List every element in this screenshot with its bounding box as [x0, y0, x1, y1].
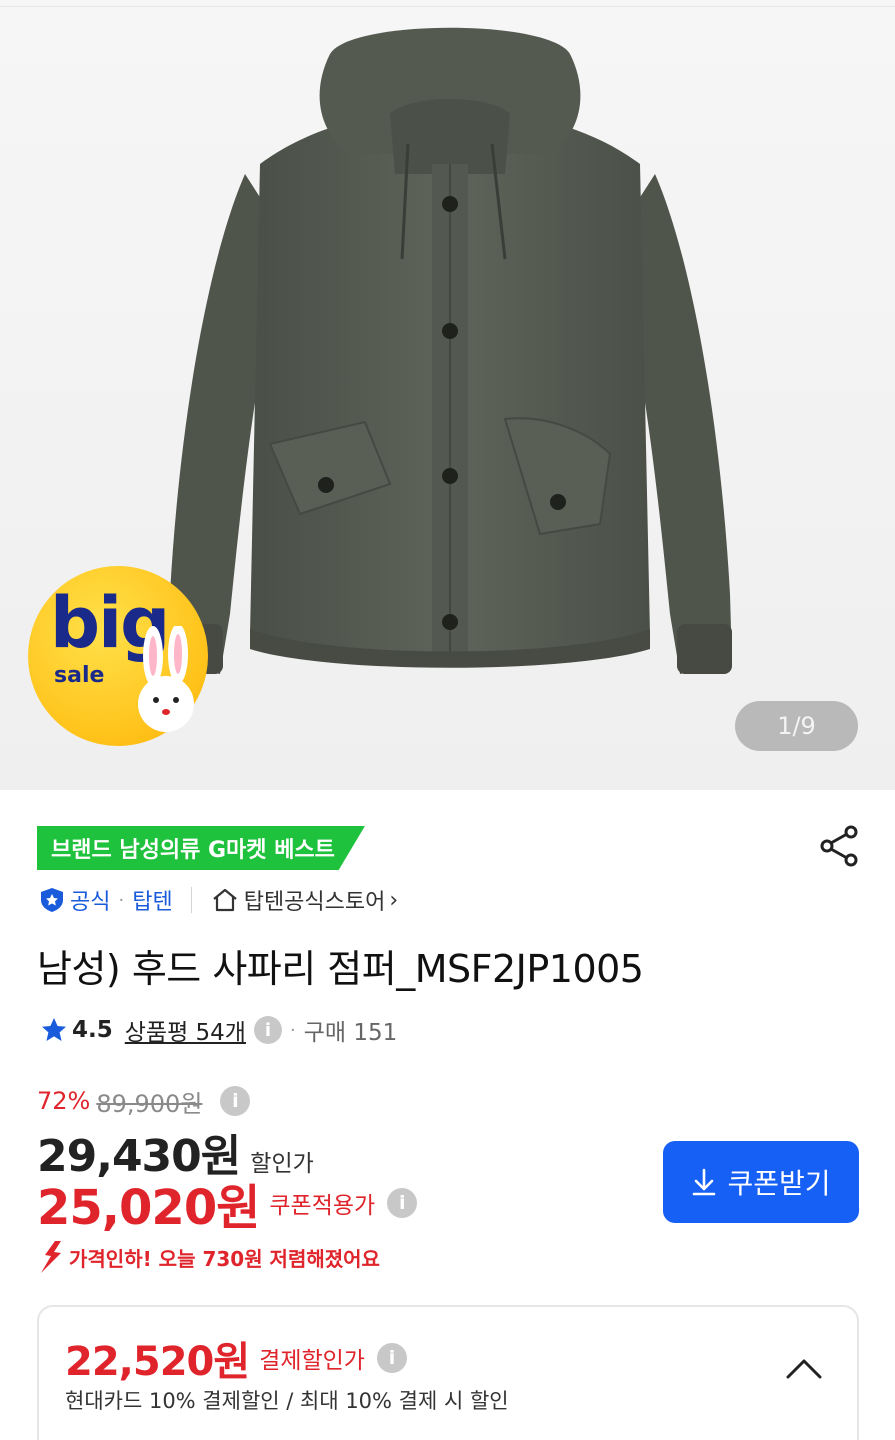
info-icon[interactable]: i — [253, 1016, 282, 1044]
discount-percent: 72% — [37, 1087, 91, 1115]
price-drop-text: 가격인하! 오늘 730원 저렴해졌어요 — [69, 1246, 380, 1271]
separator-bar — [190, 887, 192, 913]
product-title: 남성) 후드 사파리 점퍼_MSF2JP1005 — [37, 947, 644, 991]
best-badge: 브랜드 남성의류 G마켓 베스트 — [37, 826, 365, 870]
seller-row: 공식 · 탑텐 탑텐공식스토어 › — [38, 880, 398, 920]
separator-dot: · — [289, 1019, 296, 1041]
rating-row: 4.5 상품평 54개 i · 구매 151 — [40, 1010, 397, 1050]
chevron-right-icon: › — [389, 887, 399, 913]
payment-price: 22,520원 — [65, 1339, 250, 1385]
big-sale-badge: big sale — [28, 566, 210, 748]
rating-score: 4.5 — [72, 1017, 113, 1043]
coupon-price-label: 쿠폰적용가 — [269, 1193, 376, 1219]
brand-link[interactable]: 탑텐 — [132, 884, 172, 916]
payment-description: 현대카드 10% 결제할인 / 최대 10% 결제 시 할인 — [65, 1389, 509, 1413]
official-label: 공식 — [70, 890, 111, 915]
discount-row: 72% 89,900원 i — [37, 1083, 251, 1119]
price-drop-note: 가격인하! 오늘 730원 저렴해졌어요 — [37, 1238, 380, 1276]
bunny-icon — [138, 626, 194, 732]
store-link[interactable]: 탑텐공식스토어 — [244, 884, 386, 916]
info-icon[interactable]: i — [376, 1343, 407, 1373]
share-icon[interactable] — [815, 822, 863, 870]
info-icon[interactable]: i — [220, 1086, 251, 1116]
shield-check-icon — [41, 888, 63, 912]
get-coupon-label: 쿠폰받기 — [727, 1168, 831, 1199]
separator-dot: · — [118, 889, 125, 911]
payment-price-label: 결제할인가 — [259, 1348, 365, 1374]
price-down-arrow-icon — [41, 1241, 61, 1273]
top-divider — [0, 6, 895, 7]
download-icon — [693, 1168, 716, 1196]
best-badge-label: 브랜드 남성의류 G마켓 베스트 — [37, 826, 365, 870]
get-coupon-button[interactable]: 쿠폰받기 — [663, 1141, 859, 1223]
product-image — [168, 27, 732, 674]
coupon-price-row: 25,020원 쿠폰적용가 i — [37, 1172, 418, 1236]
chevron-up-icon[interactable] — [784, 1355, 824, 1381]
original-price: 89,900원 — [96, 1089, 203, 1118]
coupon-price: 25,020원 — [37, 1180, 260, 1236]
sale-text: sale — [54, 663, 105, 688]
home-icon — [213, 888, 237, 912]
star-icon — [42, 1018, 66, 1041]
review-count-link[interactable]: 상품평 54개 — [125, 1013, 246, 1047]
image-pager: 1/9 — [735, 701, 858, 751]
product-image-gallery[interactable]: big sale 1/9 — [0, 0, 895, 790]
payment-discount-card[interactable]: 22,520원 결제할인가 i 현대카드 10% 결제할인 / 최대 10% 결… — [37, 1305, 859, 1440]
purchase-count: 구매 151 — [303, 1020, 398, 1046]
info-icon[interactable]: i — [387, 1188, 418, 1218]
payment-price-row: 22,520원 결제할인가 i — [65, 1329, 407, 1387]
